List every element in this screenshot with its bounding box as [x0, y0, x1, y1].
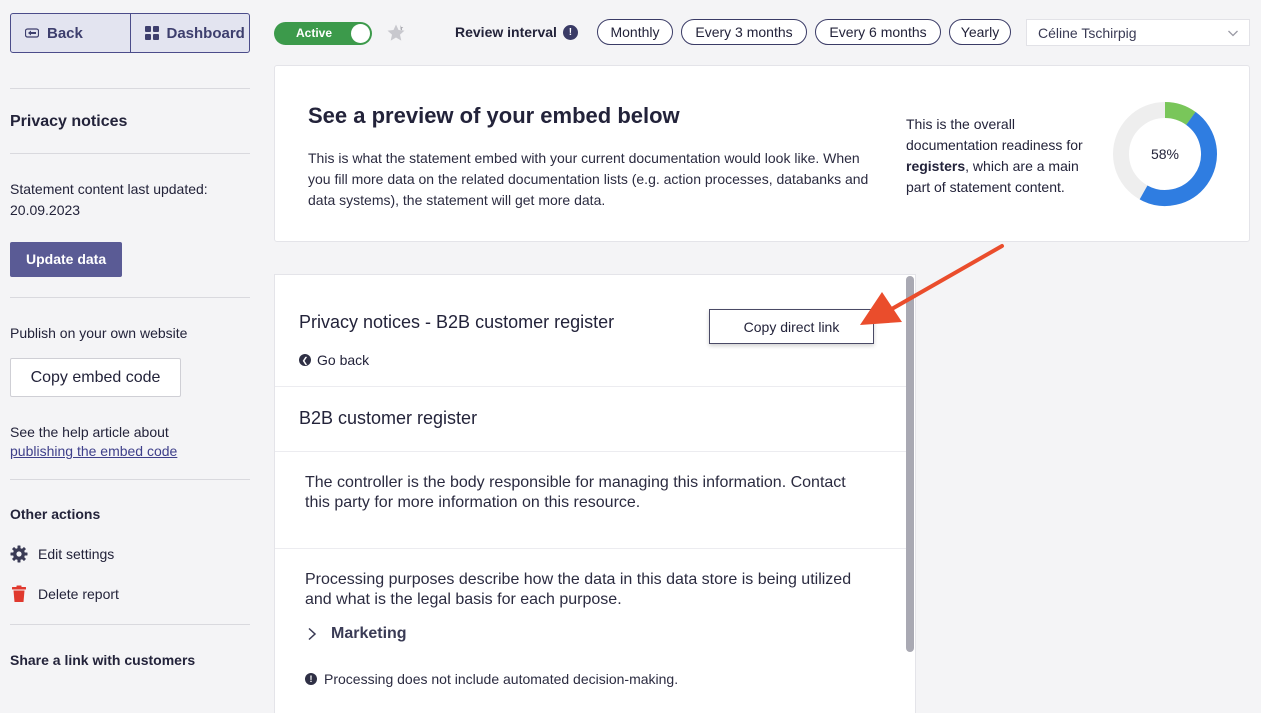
publish-text: Publish on your own website	[10, 325, 188, 341]
automated-decision-notice: ! Processing does not include automated …	[305, 671, 678, 687]
preview-description: This is what the statement embed with yo…	[308, 150, 869, 208]
divider	[10, 88, 250, 89]
toggle-knob	[351, 24, 370, 43]
divider	[10, 624, 250, 625]
controller-section: The controller is the body responsible f…	[275, 452, 909, 549]
back-label: Back	[47, 24, 83, 42]
readiness-text: This is the overall documentation readin…	[906, 114, 1106, 198]
dashboard-label: Dashboard	[166, 24, 245, 42]
dashboard-button[interactable]: Dashboard	[129, 14, 250, 52]
embed-header-title: Privacy notices - B2B customer register	[299, 312, 615, 332]
back-icon	[25, 28, 39, 38]
divider	[10, 479, 250, 480]
share-link-title: Share a link with customers	[10, 652, 196, 668]
preview-card: See a preview of your embed below This i…	[274, 65, 1250, 242]
assignee-value: Céline Tschirpig	[1038, 24, 1137, 41]
purposes-text: Processing purposes describe how the dat…	[305, 571, 852, 608]
annotation-arrow-line	[888, 244, 1004, 312]
help-text: See the help article about	[10, 424, 169, 440]
updated-date: 20.09.2023	[10, 202, 81, 218]
go-back-label: Go back	[317, 352, 370, 368]
chevron-right-icon	[308, 627, 317, 641]
nav-button-group: Back Dashboard	[10, 13, 250, 53]
preview-title: See a preview of your embed below	[308, 103, 680, 128]
help-article-link[interactable]: publishing the embed code	[10, 443, 177, 459]
edit-settings-action[interactable]: Edit settings	[10, 545, 250, 563]
annotation-arrow	[860, 244, 1004, 325]
readiness-text-bold: registers	[906, 158, 966, 174]
chevron-left-icon: ❮	[299, 354, 311, 366]
interval-yearly[interactable]: Yearly	[949, 19, 1011, 45]
assignee-select[interactable]: Céline Tschirpig	[1026, 19, 1250, 46]
other-actions-title: Other actions	[10, 506, 101, 522]
go-back-link[interactable]: ❮ Go back	[299, 352, 369, 368]
divider	[10, 153, 250, 154]
status-toggle-label: Active	[296, 26, 333, 40]
readiness-percent: 58%	[1150, 146, 1180, 162]
marketing-purpose-item[interactable]: Marketing	[307, 625, 407, 643]
divider	[10, 297, 250, 298]
delete-report-action[interactable]: Delete report	[10, 585, 250, 603]
dashboard-icon	[144, 26, 159, 40]
info-icon: !	[305, 673, 317, 685]
automated-notice-text: Processing does not include automated de…	[324, 671, 679, 687]
copy-embed-code-button[interactable]: Copy embed code	[10, 358, 181, 397]
trash-icon	[12, 585, 26, 602]
status-toggle[interactable]: Active	[274, 22, 372, 45]
register-title: B2B customer register	[299, 408, 478, 428]
interval-6-months[interactable]: Every 6 months	[815, 19, 941, 45]
gear-icon	[10, 545, 28, 563]
chevron-down-icon	[1228, 30, 1238, 37]
back-button[interactable]: Back	[11, 14, 130, 52]
register-title-section: B2B customer register	[275, 387, 909, 452]
favorite-star-icon[interactable]	[386, 23, 406, 43]
sidebar-section-title: Privacy notices	[10, 113, 128, 130]
sidebar: Back Dashboard Privacy notices Statement…	[10, 13, 250, 668]
delete-report-label: Delete report	[38, 586, 119, 602]
marketing-label: Marketing	[331, 625, 407, 642]
interval-3-months[interactable]: Every 3 months	[681, 19, 807, 45]
interval-monthly[interactable]: Monthly	[597, 19, 673, 45]
edit-settings-label: Edit settings	[38, 546, 115, 562]
update-data-button[interactable]: Update data	[10, 242, 123, 277]
review-interval-text: Review interval	[455, 24, 557, 40]
controller-text: The controller is the body responsible f…	[305, 474, 846, 511]
updated-label: Statement content last updated:	[10, 181, 208, 197]
readiness-donut: 58%	[1110, 99, 1220, 209]
readiness-text-start: This is the overall documentation readin…	[906, 116, 1083, 153]
info-icon[interactable]: !	[562, 24, 578, 40]
review-interval-label: Review interval !	[455, 24, 578, 40]
